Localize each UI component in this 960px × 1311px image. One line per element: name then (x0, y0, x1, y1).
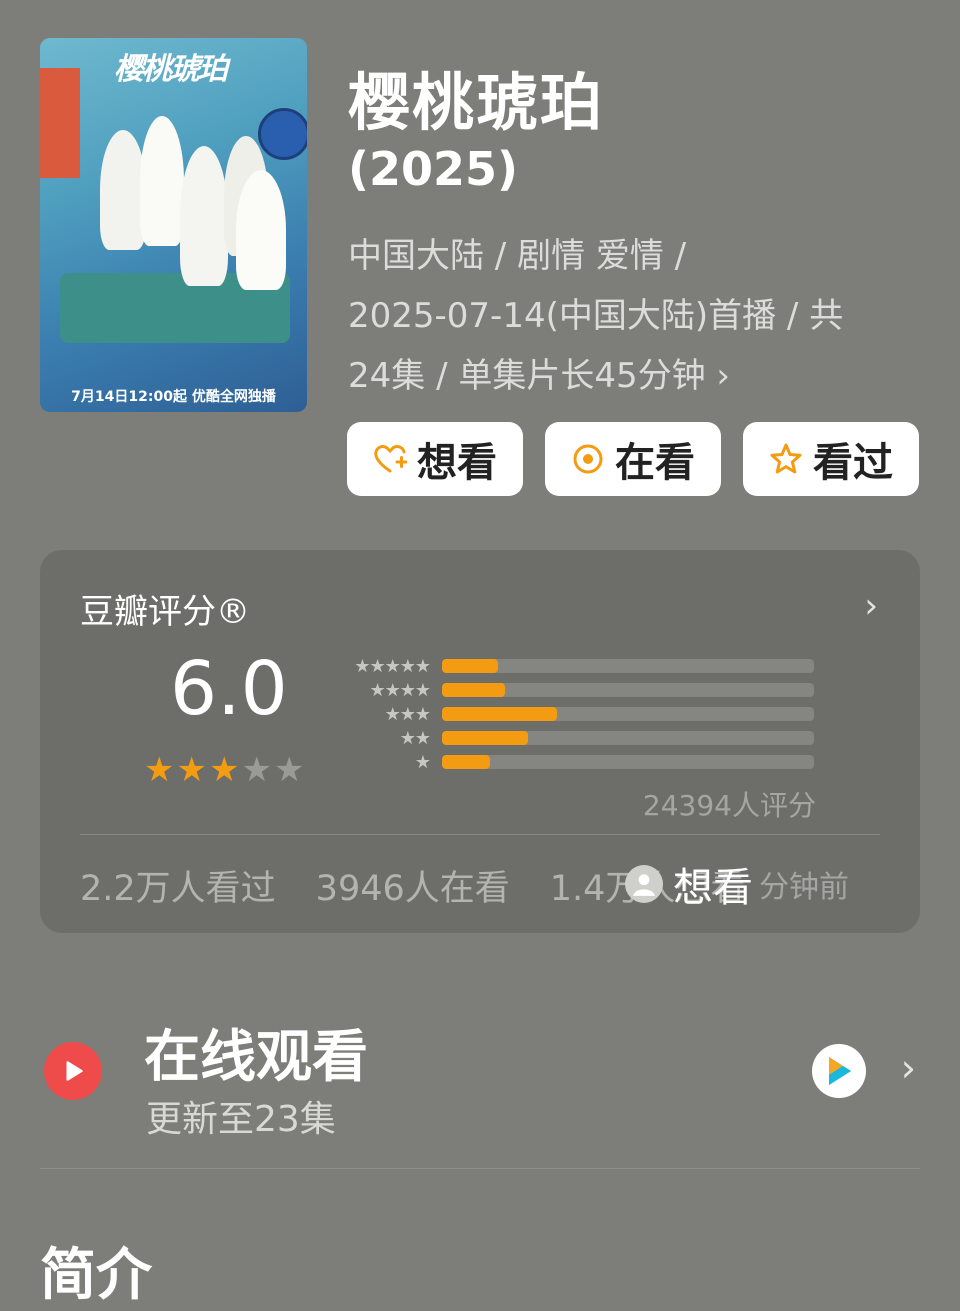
divider (80, 834, 880, 835)
stat-watching[interactable]: 3946人在看 (316, 860, 510, 911)
youku-icon[interactable] (812, 1044, 866, 1098)
rating-bar-track (442, 683, 814, 697)
rating-bar-label: ★★ (399, 727, 431, 749)
star-empty-icon: ★ (241, 750, 272, 790)
meta-line-3: 24集 / 单集片长45分钟 › (348, 346, 908, 406)
watching-button[interactable]: 在看 (545, 422, 721, 496)
target-icon (573, 444, 603, 474)
meta-line-2: 2025-07-14(中国大陆)首播 / 共 (348, 296, 844, 336)
rating-bar-row: ★★★★★ (336, 654, 814, 678)
rating-score: 6.0 (170, 646, 288, 732)
rating-card[interactable]: 豆瓣评分® › 6.0 ★ ★ ★ ★ ★ ★★★★★ ★★★★ ★★★ ★★ ★ 24394人… (40, 550, 920, 933)
online-watch-title: 在线观看 (144, 1025, 368, 1090)
avatar-icon (625, 865, 663, 903)
star-filled-icon: ★ (208, 750, 240, 790)
chevron-right-icon: › (900, 1046, 916, 1090)
show-title: 樱桃琥珀 (348, 66, 605, 139)
rating-bar-row: ★★★ (336, 702, 814, 726)
poster-figure (140, 116, 184, 246)
rating-bar-row: ★★ (336, 726, 814, 750)
rating-bar-track (442, 707, 814, 721)
poster-decor-cup (40, 68, 80, 178)
rating-count: 24394人评分 (642, 789, 816, 822)
rating-bar-label: ★ (414, 751, 431, 773)
heart-plus-icon (374, 445, 407, 473)
rating-bar-fill (442, 731, 528, 745)
watched-label: 看过 (813, 440, 893, 486)
meta-line-1: 中国大陆 / 剧情 爱情 / (348, 236, 687, 276)
rating-label: 豆瓣评分® (80, 592, 250, 632)
toast-time: 分钟前 (759, 870, 849, 905)
show-meta[interactable]: 中国大陆 / 剧情 爱情 / 2025-07-14(中国大陆)首播 / 共 24… (348, 226, 908, 406)
rating-bar-row: ★★★★ (336, 678, 814, 702)
intro-heading: 简介 (40, 1243, 152, 1308)
rating-distribution: ★★★★★ ★★★★ ★★★ ★★ ★ (336, 654, 814, 774)
rating-stars: ★ ★ ★ ★ ★ (144, 750, 304, 790)
poster-logo: 樱桃琥珀 (114, 52, 228, 87)
poster-decor-globe (258, 108, 307, 160)
poster-image[interactable]: 樱桃琥珀 7月14日12:00起 优酷全网独播 (40, 38, 307, 412)
online-watch-row[interactable]: 在线观看 更新至23集 › (40, 1012, 920, 1140)
rating-bar-label: ★★★★★ (354, 655, 431, 677)
meta-line-3-text: 24集 / 单集片长45分钟 (348, 356, 706, 396)
poster-figure (236, 170, 286, 290)
poster-release-text: 7月14日12:00起 优酷全网独播 (71, 389, 276, 405)
rating-bar-fill (442, 683, 506, 697)
online-watch-subtitle: 更新至23集 (146, 1099, 336, 1140)
chevron-right-icon[interactable]: › (864, 586, 878, 626)
chevron-right-icon: › (716, 356, 731, 396)
rating-bar-track (442, 731, 814, 745)
rating-bar-track (442, 659, 814, 673)
want-to-watch-button[interactable]: 想看 (347, 422, 523, 496)
star-filled-icon: ★ (144, 750, 175, 790)
star-filled-icon: ★ (176, 750, 207, 790)
rating-bar-row: ★ (336, 750, 814, 774)
rating-bar-label: ★★★★ (369, 679, 431, 701)
watched-button[interactable]: 看过 (743, 422, 919, 496)
rating-bar-fill (442, 755, 491, 769)
poster-figure (180, 146, 228, 286)
show-year: (2025) (348, 142, 519, 196)
stat-watched[interactable]: 2.2万人看过 (80, 860, 276, 911)
star-empty-icon: ★ (273, 750, 305, 790)
watching-label: 在看 (615, 440, 695, 486)
play-icon (44, 1042, 102, 1100)
want-to-watch-label: 想看 (417, 440, 497, 486)
rating-bar-track (442, 755, 814, 769)
divider (40, 1168, 920, 1169)
rating-bar-label: ★★★ (384, 703, 431, 725)
rating-bar-fill (442, 659, 498, 673)
star-outline-icon (770, 443, 802, 474)
toast-action: 想看 (673, 865, 753, 911)
activity-toast: 想看 分钟前 (625, 855, 849, 913)
rating-bar-fill (442, 707, 558, 721)
